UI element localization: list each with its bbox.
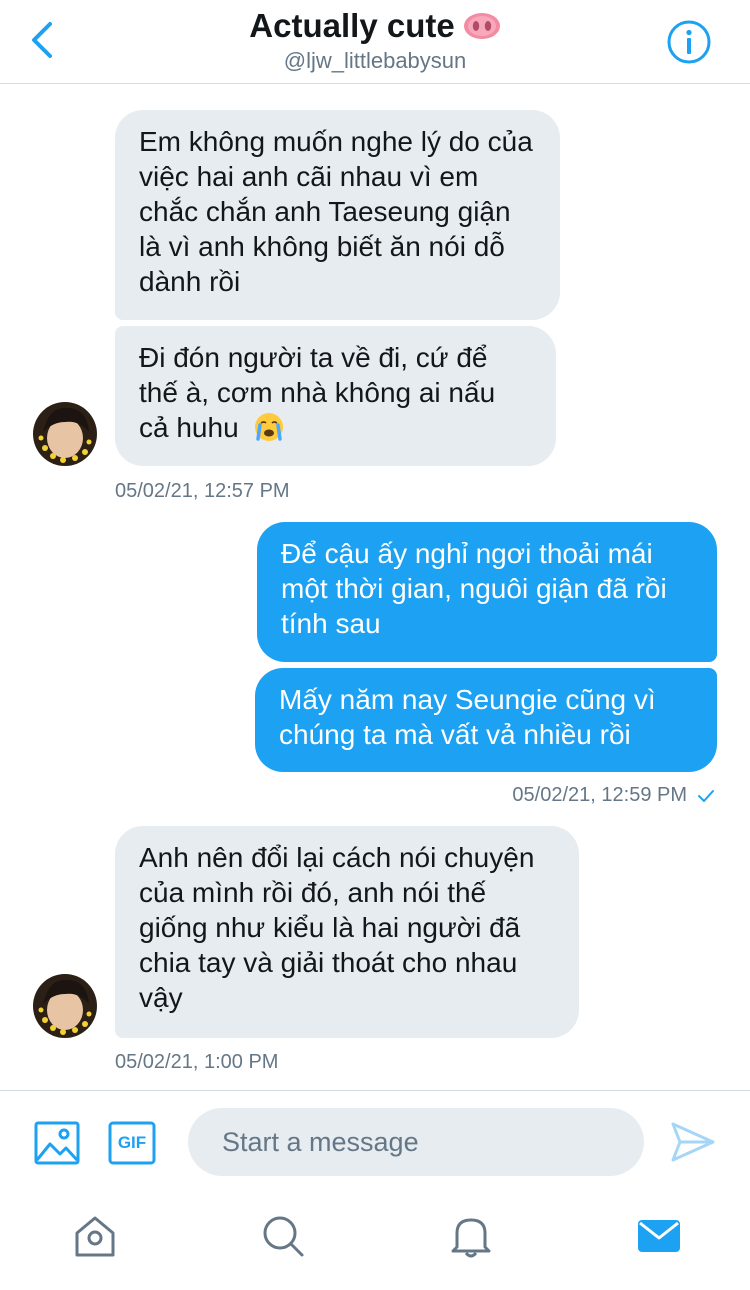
bottom-tab-bar bbox=[0, 1190, 750, 1290]
tab-home[interactable] bbox=[72, 1213, 118, 1259]
tab-messages[interactable] bbox=[636, 1213, 682, 1259]
send-icon bbox=[671, 1122, 715, 1162]
message-text: Đi đón người ta về đi, cứ để thế à, cơm … bbox=[139, 342, 496, 443]
tab-search[interactable] bbox=[260, 1213, 306, 1259]
pig-nose-emoji bbox=[463, 13, 500, 39]
crying-face-emoji bbox=[255, 413, 284, 441]
received-message-bubble[interactable]: Anh nên đổi lại cách nói chuyện của mình… bbox=[115, 826, 579, 1038]
back-button[interactable] bbox=[22, 18, 62, 62]
sender-avatar[interactable] bbox=[33, 402, 97, 466]
sender-avatar[interactable] bbox=[33, 974, 97, 1038]
message-text: Anh nên đổi lại cách nói chuyện của mình… bbox=[139, 842, 535, 1013]
received-message-bubble[interactable]: Đi đón người ta về đi, cứ để thế à, cơm … bbox=[115, 326, 556, 466]
message-text: Mấy năm nay Seungie cũng vì chúng ta mà … bbox=[279, 684, 656, 750]
sent-message-bubble[interactable]: Mấy năm nay Seungie cũng vì chúng ta mà … bbox=[255, 668, 717, 772]
add-gif-button[interactable]: GIF bbox=[108, 1120, 156, 1166]
sent-message-bubble[interactable]: Để cậu ấy nghỉ ngơi thoải mái một thời g… bbox=[257, 522, 717, 662]
message-input[interactable]: Start a message bbox=[188, 1108, 644, 1176]
chevron-left-icon bbox=[32, 22, 52, 58]
add-image-button[interactable] bbox=[34, 1120, 80, 1166]
image-icon bbox=[34, 1121, 80, 1165]
info-icon bbox=[667, 20, 711, 64]
gif-label: GIF bbox=[117, 1133, 147, 1152]
message-input-placeholder: Start a message bbox=[222, 1126, 419, 1157]
message-timestamp: 05/02/21, 12:57 PM bbox=[115, 480, 290, 502]
timestamp-text: 05/02/21, 12:59 PM bbox=[512, 784, 687, 806]
message-timestamp: 05/02/21, 1:00 PM bbox=[115, 1051, 279, 1073]
message-text: Em không muốn nghe lý do của việc hai an… bbox=[139, 126, 533, 297]
messages-icon bbox=[638, 1220, 680, 1252]
conversation-handle: @ljw_littlebabysun bbox=[283, 48, 467, 73]
home-icon bbox=[75, 1216, 115, 1257]
conversation-title: Actually cute bbox=[249, 7, 455, 44]
checkmark-icon bbox=[698, 789, 714, 802]
message-text: Để cậu ấy nghỉ ngơi thoải mái một thời g… bbox=[281, 538, 667, 639]
received-message-bubble[interactable]: Em không muốn nghe lý do của việc hai an… bbox=[115, 110, 560, 320]
search-icon bbox=[263, 1216, 304, 1257]
send-button[interactable] bbox=[670, 1120, 716, 1164]
notifications-icon bbox=[451, 1218, 491, 1258]
info-button[interactable] bbox=[666, 19, 712, 65]
conversation-header: Actually cute @ljw_littlebabysun bbox=[0, 0, 750, 84]
message-timestamp: 05/02/21, 12:59 PM bbox=[512, 784, 715, 807]
tab-notifications[interactable] bbox=[448, 1213, 494, 1259]
conversation-title-block[interactable]: Actually cute @ljw_littlebabysun bbox=[150, 6, 600, 75]
